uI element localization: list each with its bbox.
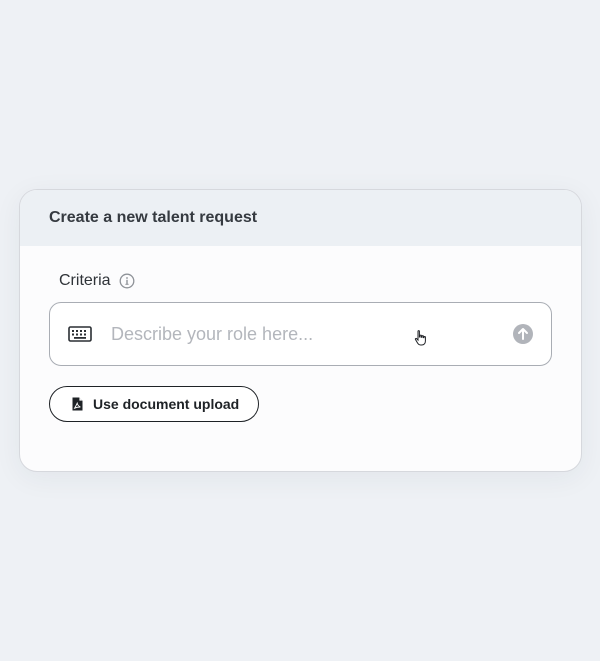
card-header: Create a new talent request: [20, 190, 581, 246]
arrow-up-icon: [518, 328, 528, 340]
document-icon: [72, 397, 83, 411]
role-description-field[interactable]: [49, 302, 552, 366]
criteria-label: Criteria: [59, 272, 111, 289]
info-icon[interactable]: [119, 273, 135, 289]
hand-pointer-icon: [414, 330, 428, 346]
keyboard-icon: [68, 326, 92, 342]
criteria-row: Criteria: [49, 272, 552, 290]
talent-request-card: Create a new talent request Criteria Des…: [19, 189, 582, 472]
card-body: Criteria Describe your role here... Use …: [20, 272, 581, 422]
use-document-upload-button[interactable]: Use document upload: [49, 386, 260, 422]
use-document-upload-label: Use document upload: [93, 396, 240, 412]
card-title: Create a new talent request: [49, 209, 258, 226]
submit-arrow-button[interactable]: [513, 324, 533, 344]
role-description-input[interactable]: [109, 313, 513, 355]
